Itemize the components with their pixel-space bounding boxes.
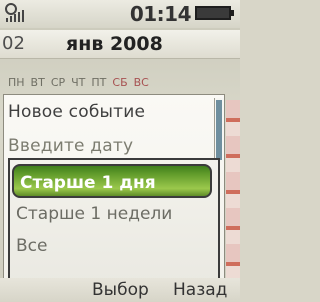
back-softkey[interactable]: Назад: [173, 280, 227, 300]
popup-scrollbar[interactable]: [214, 98, 224, 162]
scrollbar-thumb[interactable]: [216, 100, 222, 160]
clock-time: 01:14: [129, 2, 192, 26]
menu-item-enter-date[interactable]: Введите дату: [8, 136, 133, 156]
submenu-item-older-1-week[interactable]: Старше 1 недели: [16, 204, 172, 224]
submenu-item-all[interactable]: Все: [16, 236, 47, 256]
calendar-background-strip: [226, 100, 240, 290]
phone-screen: 01:14 02 янв 2008 ПН ВТ СР ЧТ ПТ СБ ВС Н…: [0, 0, 240, 302]
calendar-year-prefix: 02: [2, 33, 25, 54]
weekday-thu: ЧТ: [71, 76, 86, 89]
battery-icon: [195, 6, 234, 20]
weekday-tue: ВТ: [30, 76, 45, 89]
menu-item-new-event[interactable]: Новое событие: [8, 102, 145, 122]
submenu-item-older-1-day[interactable]: Старше 1 дня: [12, 164, 212, 198]
weekday-wed: СР: [50, 76, 66, 89]
weekday-mon: ПН: [8, 76, 25, 89]
status-bar: 01:14: [0, 0, 240, 28]
select-softkey[interactable]: Выбор: [92, 280, 149, 300]
delete-submenu: Старше 1 дня Старше 1 недели Все: [8, 158, 220, 286]
calendar-month-title: янв 2008: [66, 33, 163, 55]
weekday-sun: ВС: [133, 76, 149, 89]
weekday-sat: СБ: [112, 76, 128, 89]
weekday-row: ПН ВТ СР ЧТ ПТ СБ ВС: [8, 76, 149, 92]
weekday-fri: ПТ: [91, 76, 107, 89]
signal-bars-icon: [5, 3, 24, 22]
calendar-header: 02 янв 2008: [0, 30, 240, 59]
softkey-bar: Выбор Назад: [0, 278, 240, 302]
